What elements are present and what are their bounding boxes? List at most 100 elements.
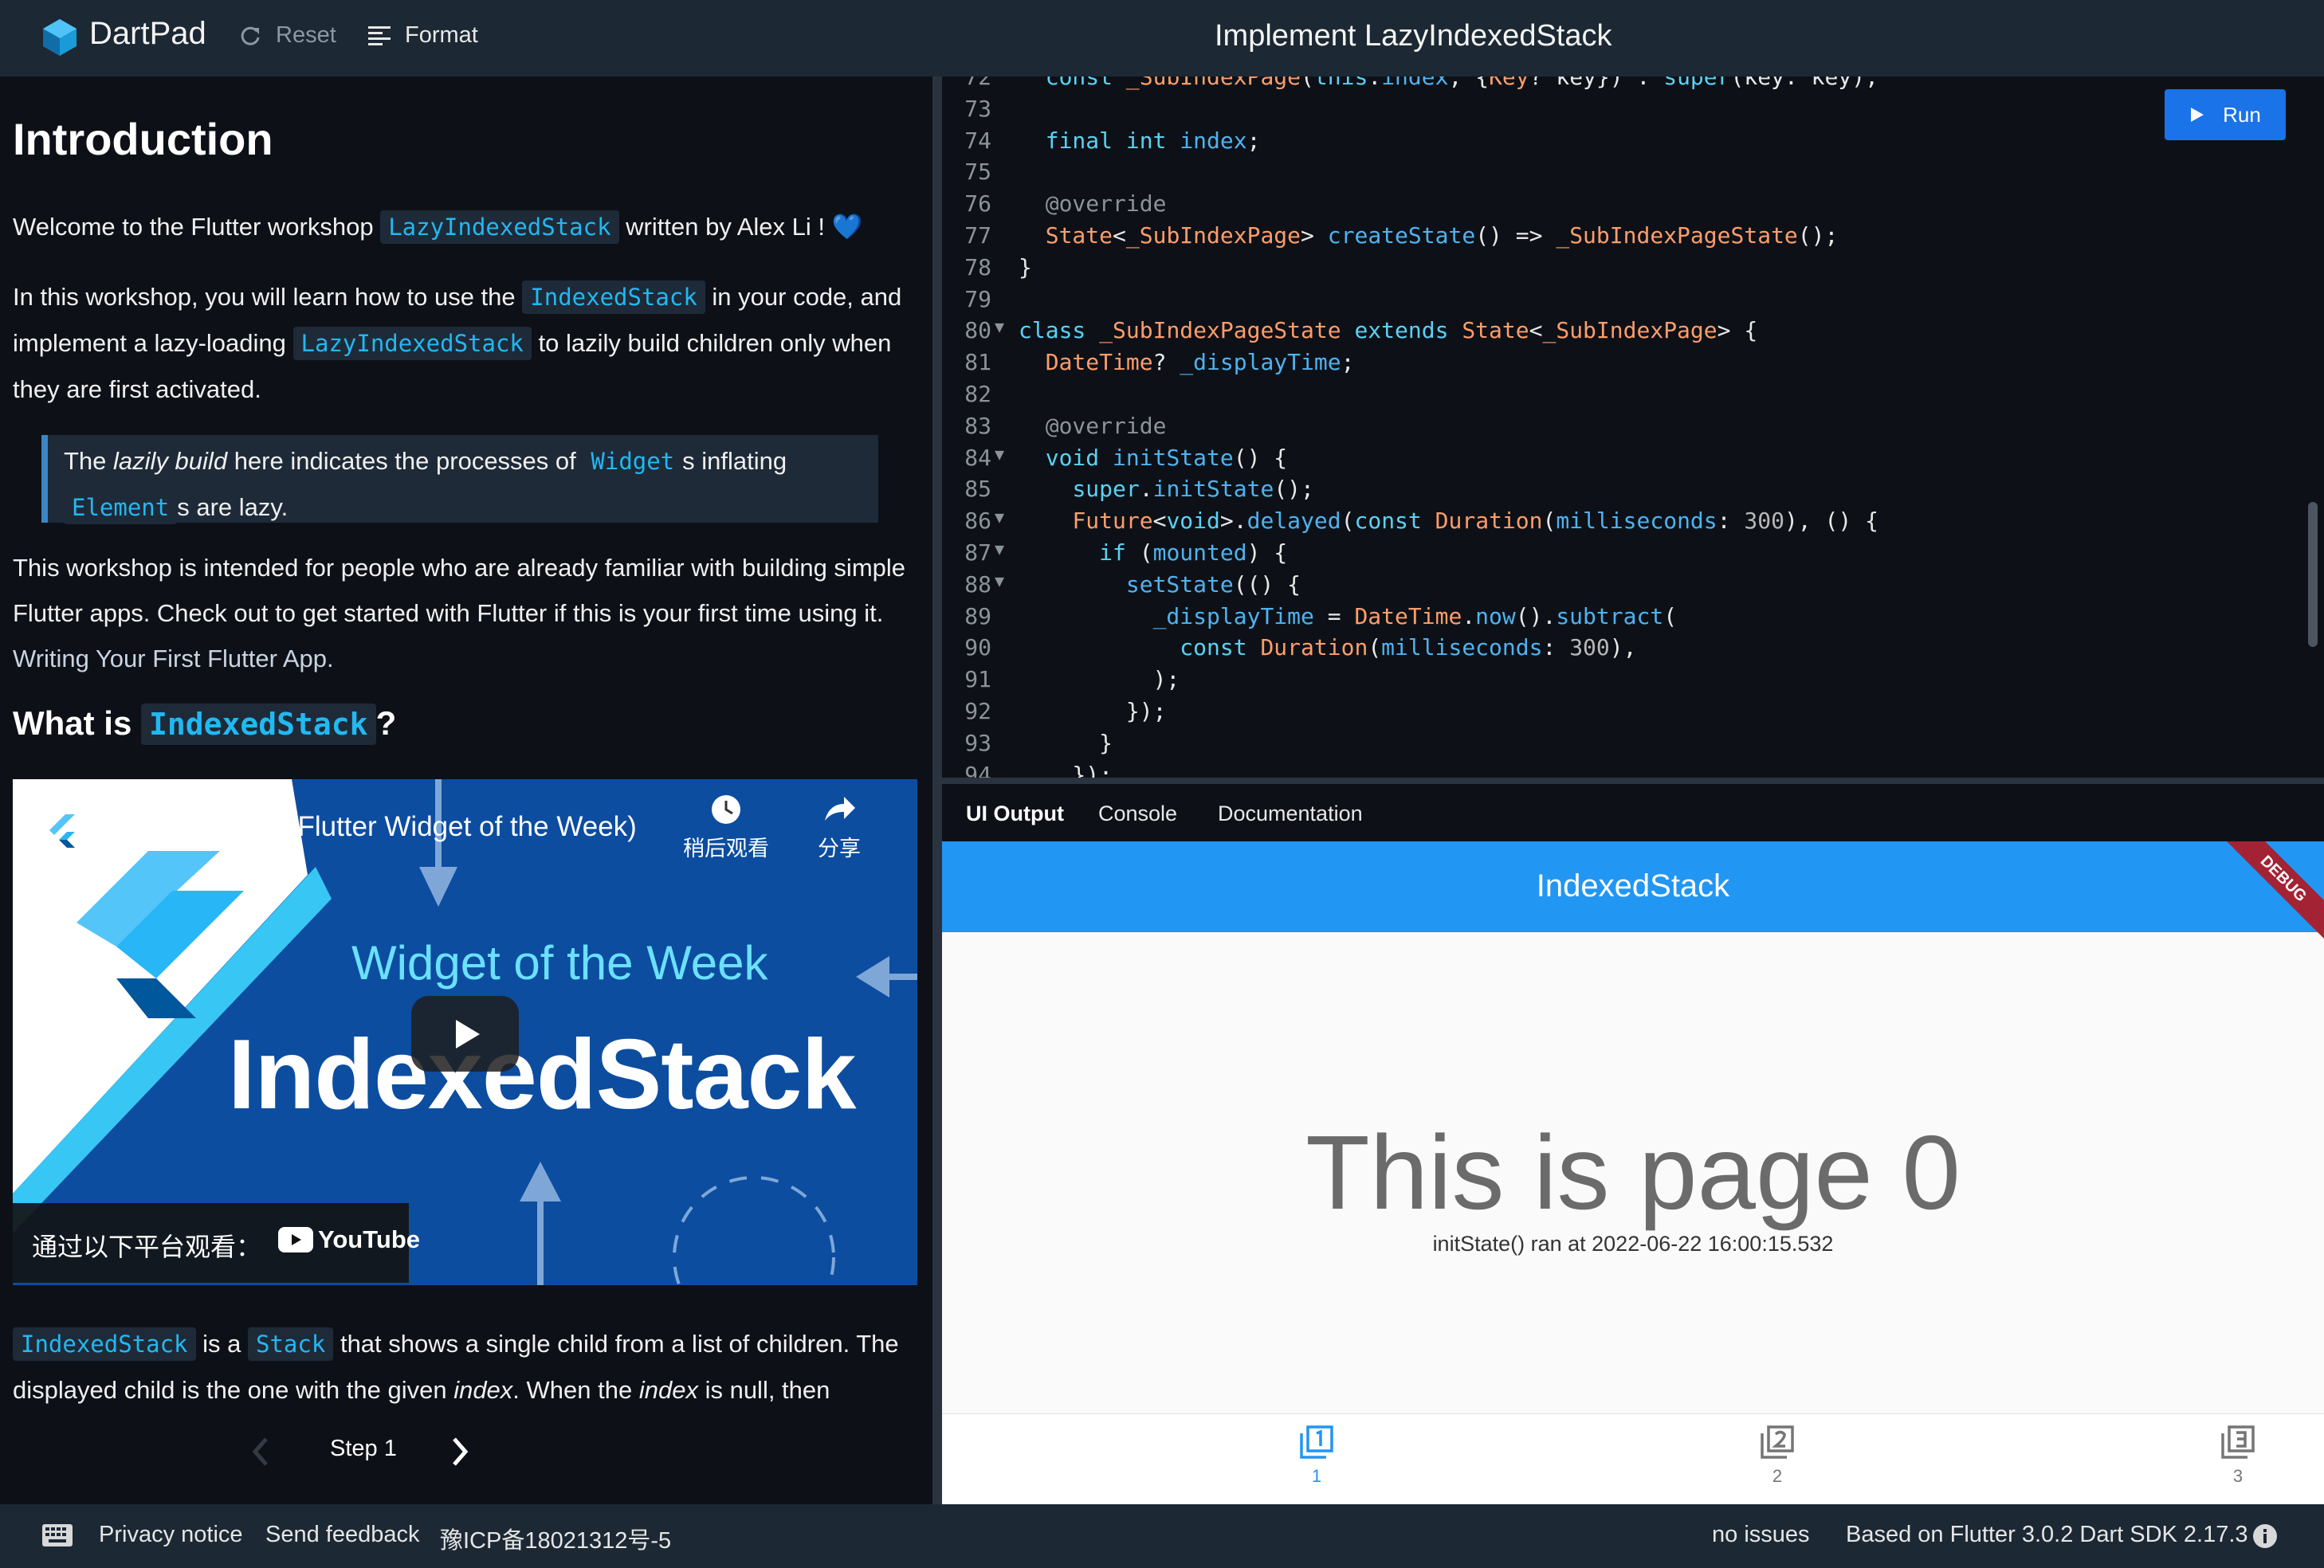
fold-toggle-icon[interactable]: ▼ xyxy=(995,508,1004,527)
run-button[interactable]: Run xyxy=(2165,89,2286,140)
text: is a xyxy=(202,1330,241,1358)
nav-item-3[interactable]: 3 xyxy=(2190,1424,2286,1487)
code-text: if (mounted) { xyxy=(1099,539,1288,566)
tab-console[interactable]: Console xyxy=(1098,802,1177,826)
app-bar-title: IndexedStack xyxy=(1536,868,1730,904)
first-app-link[interactable]: Writing Your First Flutter App. xyxy=(13,645,334,672)
keyboard-icon[interactable] xyxy=(41,1523,73,1547)
code-line[interactable]: 91 ); xyxy=(942,666,2324,696)
line-number: 74 xyxy=(964,127,991,154)
panel-splitter[interactable] xyxy=(932,76,942,1504)
text: Welcome to the Flutter workshop xyxy=(13,213,374,241)
code-line[interactable]: 78} xyxy=(942,254,2324,284)
text: s are lazy. xyxy=(177,493,289,521)
info-icon[interactable] xyxy=(2252,1523,2278,1549)
play-button[interactable] xyxy=(411,996,519,1072)
app-bar: IndexedStack xyxy=(942,841,2324,932)
chevron-right-icon[interactable] xyxy=(448,1434,472,1469)
step-label: Step 1 xyxy=(330,1436,397,1461)
code-text: State<_SubIndexPage> createState() => _S… xyxy=(1045,222,1839,249)
reset-button[interactable]: Reset xyxy=(239,22,336,49)
fold-toggle-icon[interactable]: ▼ xyxy=(995,317,1004,336)
output-tabs: UI Output Console Documentation xyxy=(942,784,2324,841)
watch-on-youtube-bar[interactable]: 通过以下平台观看： YouTube xyxy=(13,1203,420,1283)
code-text: _displayTime = DateTime.now().subtract( xyxy=(1152,602,1678,629)
editor-scrollbar[interactable] xyxy=(2308,502,2318,647)
filter-3-icon xyxy=(2221,1425,2255,1459)
code-chip: LazyIndexedStack xyxy=(380,210,619,244)
reset-label: Reset xyxy=(276,22,336,48)
nav-item-1[interactable]: 1 xyxy=(1269,1424,1364,1487)
code-chip: IndexedStack xyxy=(13,1327,196,1361)
fold-toggle-icon[interactable]: ▼ xyxy=(995,571,1004,590)
code-text: DateTime? _displayTime; xyxy=(1045,349,1355,376)
code-chip: Element xyxy=(64,491,178,524)
code-line[interactable]: 88 ▼ setState(() { xyxy=(942,571,2324,601)
watch-later-button[interactable]: 稍后观看 xyxy=(682,794,770,862)
issues-status[interactable]: no issues xyxy=(1712,1522,1810,1548)
code-text: class _SubIndexPageState extends State<_… xyxy=(1019,317,1758,344)
channel-avatar[interactable] xyxy=(30,798,92,860)
refresh-icon xyxy=(241,26,260,45)
code-line[interactable]: 87 ▼ if (mounted) { xyxy=(942,539,2324,569)
code-line[interactable]: 89 _displayTime = DateTime.now().subtrac… xyxy=(942,603,2324,633)
code-line[interactable]: 73 xyxy=(942,96,2324,125)
nav-item-2[interactable]: 2 xyxy=(1729,1424,1825,1487)
privacy-notice-link[interactable]: Privacy notice xyxy=(99,1522,243,1548)
init-state-text: initState() ran at 2022-06-22 16:00:15.5… xyxy=(1432,1232,1834,1256)
code-text: } xyxy=(1019,253,1032,280)
line-number: 91 xyxy=(964,666,991,693)
editor-divider[interactable] xyxy=(942,778,2324,784)
code-line[interactable]: 92 }); xyxy=(942,698,2324,727)
code-chip: Widget xyxy=(583,445,683,478)
line-number: 73 xyxy=(964,95,991,122)
video-title[interactable]: IndexedStack (Flutter Widget of the Week… xyxy=(112,811,637,843)
line-number: 93 xyxy=(964,729,991,756)
code-line[interactable]: 82 xyxy=(942,381,2324,410)
line-number: 83 xyxy=(964,412,991,439)
youtube-play-icon xyxy=(278,1227,313,1252)
workshop-paragraph: In this workshop, you will learn how to … xyxy=(13,274,921,412)
code-line[interactable]: 80 ▼ class _SubIndexPageState extends Stat… xyxy=(942,317,2324,347)
code-line[interactable]: 90 const Duration(milliseconds: 300), xyxy=(942,634,2324,664)
code-line[interactable]: 77 State<_SubIndexPage> createState() =>… xyxy=(942,222,2324,252)
code-text: final int index; xyxy=(1045,127,1261,154)
code-line[interactable]: 86 ▼ Future<void>.delayed(const Duration(… xyxy=(942,508,2324,537)
emphasis: lazily build xyxy=(113,447,228,475)
code-line[interactable]: 74 final int index; xyxy=(942,127,2324,157)
code-line[interactable]: 93 } xyxy=(942,730,2324,759)
fold-toggle-icon[interactable]: ▼ xyxy=(995,445,1004,464)
code-chip: IndexedStack xyxy=(141,704,376,745)
line-number: 84 xyxy=(964,444,991,471)
chevron-left-icon[interactable] xyxy=(249,1434,273,1469)
line-number: 77 xyxy=(964,222,991,249)
share-label: 分享 xyxy=(818,837,861,860)
code-line[interactable]: 83 @override xyxy=(942,413,2324,442)
code-line[interactable]: 84 ▼ void initState() { xyxy=(942,445,2324,474)
code-line[interactable]: 81 DateTime? _displayTime; xyxy=(942,349,2324,378)
code-line[interactable]: 75 xyxy=(942,159,2324,188)
code-line[interactable]: 72 const _SubIndexPage(this.index, {Key?… xyxy=(942,76,2324,93)
format-button[interactable]: Format xyxy=(368,22,478,49)
line-number: 88 xyxy=(964,570,991,598)
icp-link[interactable]: 豫ICP备18021312号-5 xyxy=(440,1522,671,1555)
nav-label: 3 xyxy=(2232,1466,2244,1486)
send-feedback-link[interactable]: Send feedback xyxy=(265,1522,419,1548)
video-embed[interactable]: IndexedStack (Flutter Widget of the Week… xyxy=(13,779,917,1285)
code-line[interactable]: 85 super.initState(); xyxy=(942,476,2324,505)
code-line[interactable]: 79 xyxy=(942,286,2324,316)
tab-documentation[interactable]: Documentation xyxy=(1218,802,1363,826)
share-button[interactable]: 分享 xyxy=(803,794,875,862)
code-line[interactable]: 94 }); xyxy=(942,762,2324,778)
line-number: 90 xyxy=(964,634,991,661)
blockquote: The lazily build here indicates the proc… xyxy=(41,435,878,524)
tab-ui-output[interactable]: UI Output xyxy=(966,802,1064,826)
code-editor[interactable]: 72 const _SubIndexPage(this.index, {Key?… xyxy=(942,76,2324,778)
ui-output-frame[interactable]: IndexedStack DEBUG This is page 0 initSt… xyxy=(942,841,2324,1504)
line-number: 79 xyxy=(964,285,991,312)
text: ? xyxy=(375,704,397,742)
fold-toggle-icon[interactable]: ▼ xyxy=(995,539,1004,559)
code-line[interactable]: 76 @override xyxy=(942,190,2324,220)
indexedstack-paragraph: IndexedStack is a Stack that shows a sin… xyxy=(13,1321,921,1413)
line-number: 94 xyxy=(964,761,991,778)
